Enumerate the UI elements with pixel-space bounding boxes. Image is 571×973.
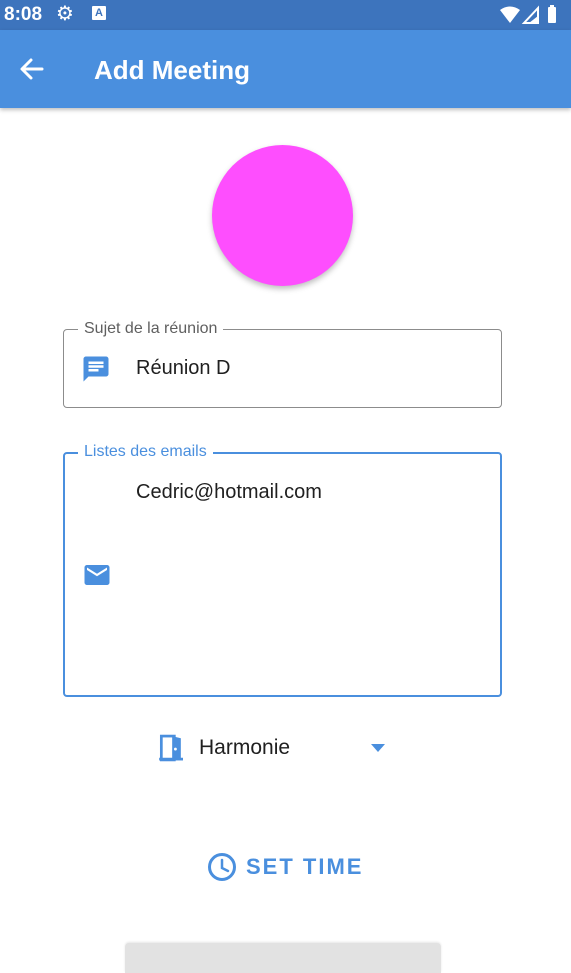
clock-icon [208, 853, 236, 881]
subject-field[interactable]: Sujet de la réunion Réunion D [63, 319, 502, 408]
email-icon [84, 565, 110, 585]
room-value: Harmonie [199, 736, 291, 759]
emails-input[interactable]: Cedric@hotmail.com [136, 481, 322, 504]
set-time-label: SET TIME [246, 854, 364, 879]
wifi-icon [500, 5, 556, 24]
emails-field[interactable]: Listes des emails Cedric@hotmail.com [63, 442, 502, 697]
submit-button[interactable] [125, 943, 441, 973]
back-button[interactable] [14, 53, 50, 85]
arrow-drop-down-icon [371, 744, 385, 752]
a-badge-icon: A [92, 6, 106, 20]
page-title: Add Meeting [94, 55, 250, 85]
subject-input[interactable]: Réunion D [136, 357, 231, 380]
app-bar: Add Meeting [0, 30, 571, 108]
room-dropdown[interactable]: Harmonie [157, 730, 392, 766]
subject-field-label: Sujet de la réunion [78, 319, 224, 339]
emails-field-label: Listes des emails [78, 442, 213, 462]
status-bar: 8:08 ⚙ A [0, 0, 571, 30]
avatar[interactable] [212, 145, 353, 286]
gear-icon: ⚙ [56, 3, 74, 25]
message-icon [83, 356, 109, 382]
arrow-back-icon [20, 58, 44, 80]
door-icon [159, 734, 183, 762]
status-right-icons [499, 4, 563, 31]
status-time: 8:08 [4, 4, 43, 25]
set-time-button[interactable]: SET TIME [200, 845, 370, 889]
